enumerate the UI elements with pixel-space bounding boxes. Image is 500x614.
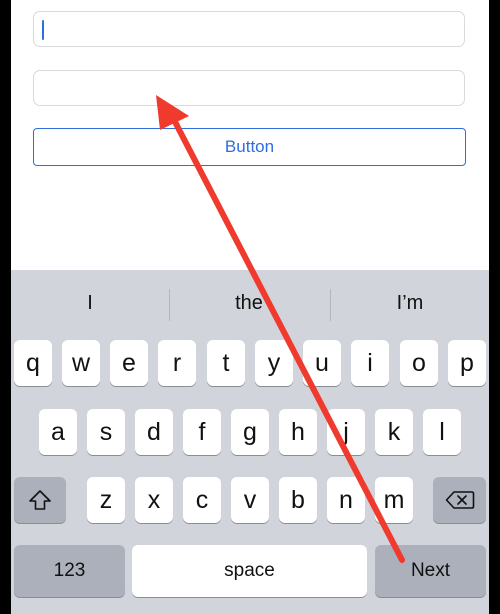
key-d[interactable]: d xyxy=(135,409,173,455)
key-b[interactable]: b xyxy=(279,477,317,523)
key-l[interactable]: l xyxy=(423,409,461,455)
key-t[interactable]: t xyxy=(207,340,245,386)
key-e[interactable]: e xyxy=(110,340,148,386)
primary-button[interactable]: Button xyxy=(33,128,466,166)
key-z[interactable]: z xyxy=(87,477,125,523)
backspace-icon xyxy=(445,491,474,509)
delete-key[interactable] xyxy=(433,477,486,523)
keyboard: I the I’m q w e r t y u i o p a s d f g … xyxy=(11,270,489,614)
suggestion-bar: I the I’m xyxy=(11,270,489,336)
suggestion-3[interactable]: I’m xyxy=(331,288,489,318)
shift-icon xyxy=(29,490,51,510)
key-j[interactable]: j xyxy=(327,409,365,455)
key-r[interactable]: r xyxy=(158,340,196,386)
key-s[interactable]: s xyxy=(87,409,125,455)
shift-key[interactable] xyxy=(14,477,66,523)
next-key[interactable]: Next xyxy=(375,545,486,597)
numbers-key[interactable]: 123 xyxy=(14,545,125,597)
key-p[interactable]: p xyxy=(448,340,486,386)
key-u[interactable]: u xyxy=(303,340,341,386)
key-k[interactable]: k xyxy=(375,409,413,455)
key-w[interactable]: w xyxy=(62,340,100,386)
space-key[interactable]: space xyxy=(132,545,367,597)
key-c[interactable]: c xyxy=(183,477,221,523)
suggestion-2[interactable]: the xyxy=(170,288,328,318)
key-h[interactable]: h xyxy=(279,409,317,455)
key-v[interactable]: v xyxy=(231,477,269,523)
key-x[interactable]: x xyxy=(135,477,173,523)
key-f[interactable]: f xyxy=(183,409,221,455)
text-field-2[interactable] xyxy=(33,70,465,106)
key-a[interactable]: a xyxy=(39,409,77,455)
suggestion-1[interactable]: I xyxy=(11,288,169,318)
text-cursor xyxy=(42,20,44,40)
key-g[interactable]: g xyxy=(231,409,269,455)
key-q[interactable]: q xyxy=(14,340,52,386)
key-o[interactable]: o xyxy=(400,340,438,386)
key-n[interactable]: n xyxy=(327,477,365,523)
primary-button-label: Button xyxy=(224,137,275,156)
key-i[interactable]: i xyxy=(351,340,389,386)
app-screen: Button I the I’m q w e r t y u i o p a s… xyxy=(11,0,489,614)
key-m[interactable]: m xyxy=(375,477,413,523)
key-y[interactable]: y xyxy=(255,340,293,386)
text-field-1[interactable] xyxy=(33,11,465,47)
